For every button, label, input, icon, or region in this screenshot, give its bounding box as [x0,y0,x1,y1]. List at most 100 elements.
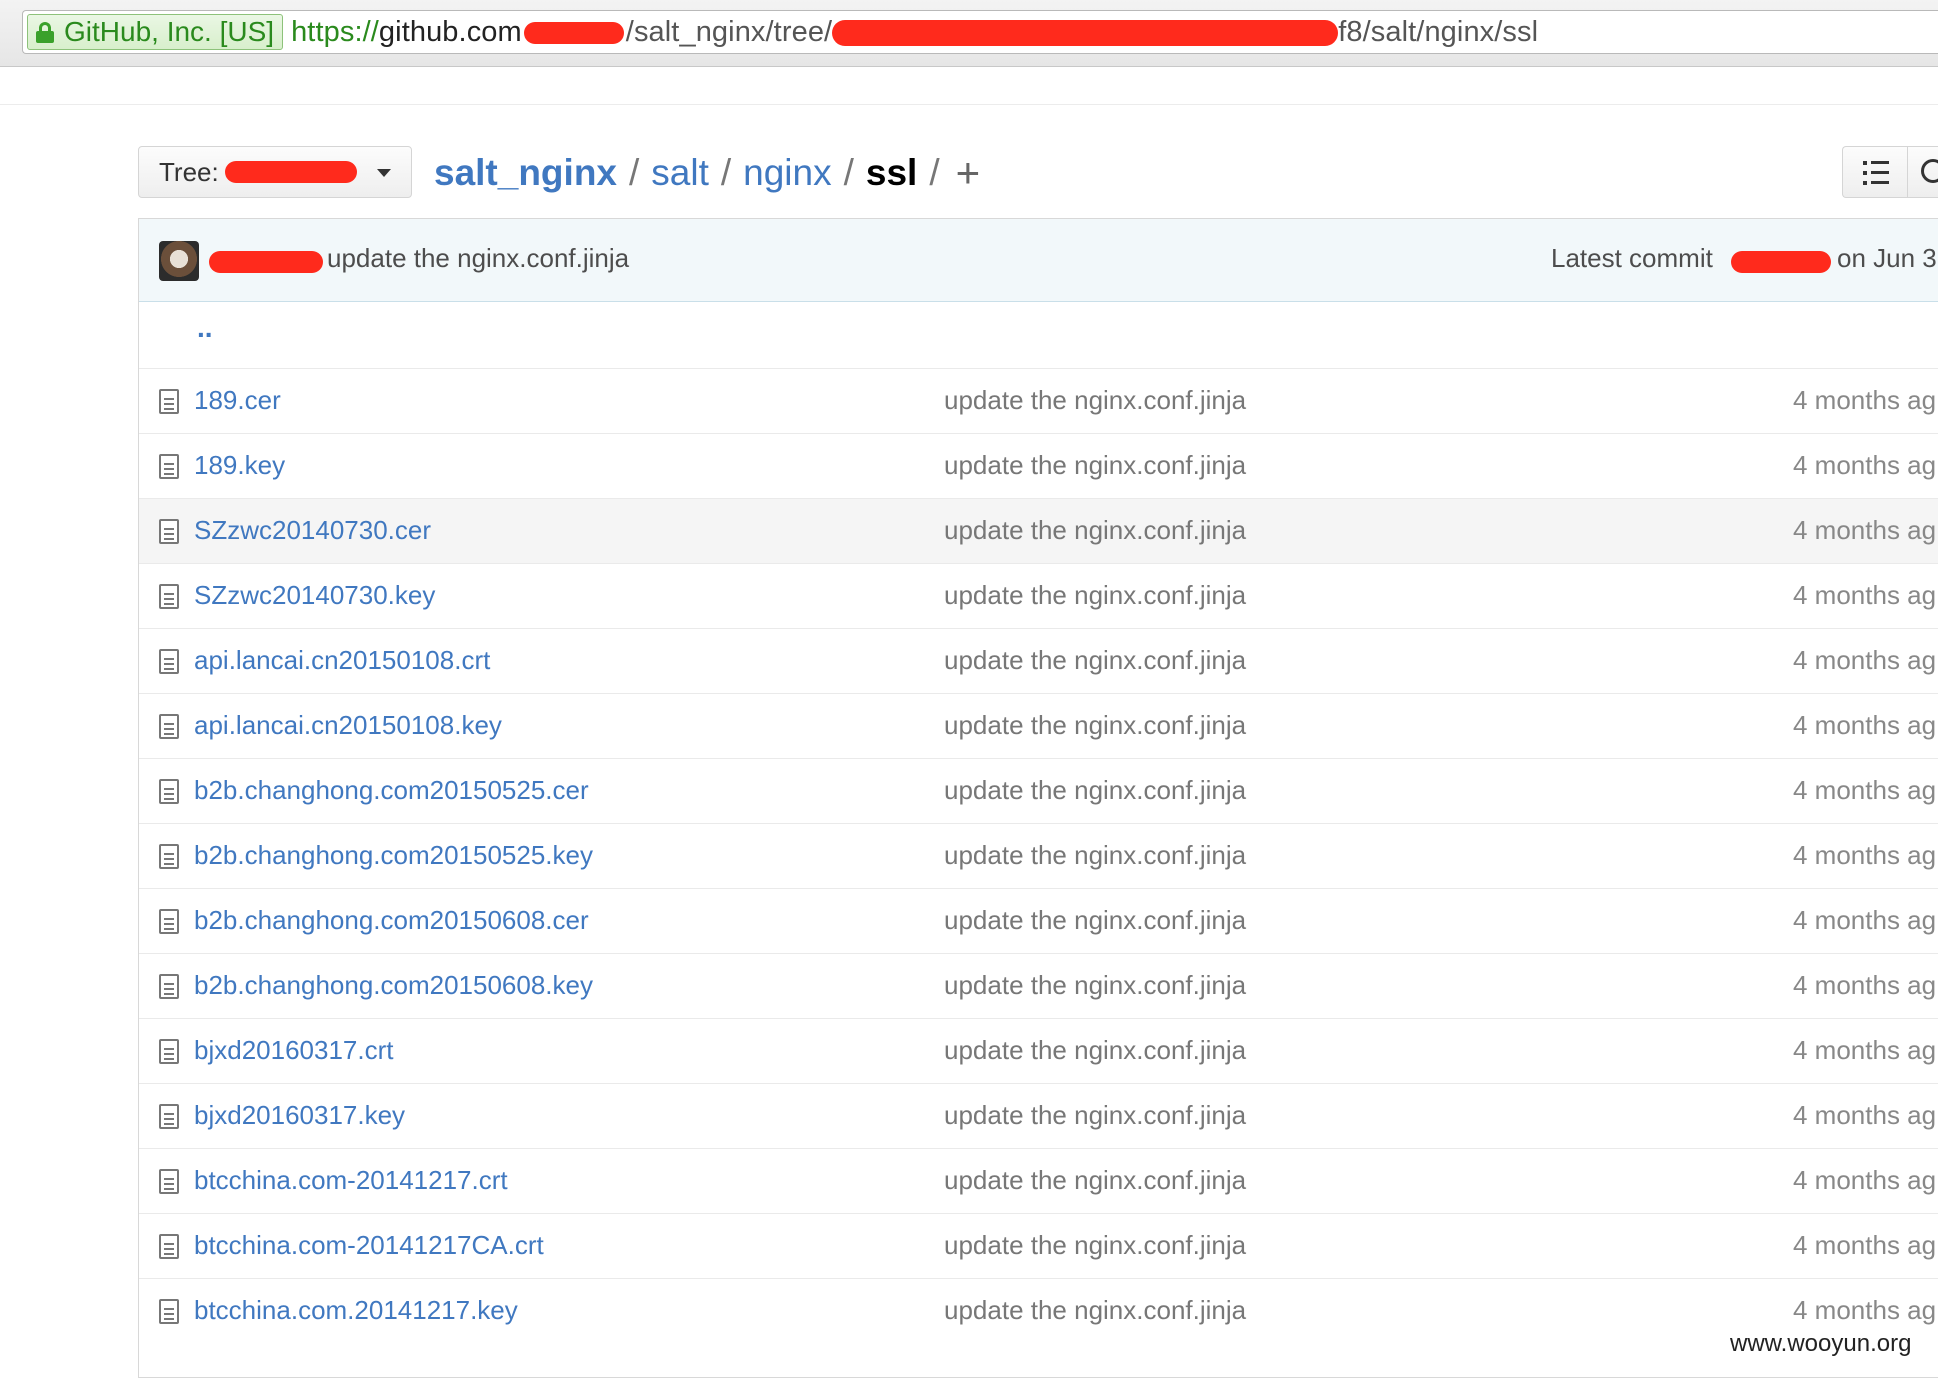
table-row: api.lancai.cn20150108.key update the ngin… [139,693,1938,758]
table-row: SZzwc20140730.cer update the nginx.conf.j… [139,498,1938,563]
table-row: btcchina.com-20141217.crt update the ngin… [139,1148,1938,1213]
address-bar[interactable]: GitHub, Inc. [US] https://github.com/sal… [22,10,1938,54]
file-name-link[interactable]: 189.key [194,450,285,481]
file-name-link[interactable]: SZzwc20140730.cer [194,515,431,546]
commit-date: on Jun 3 [1837,243,1937,273]
redaction-mark [1731,251,1831,273]
breadcrumb-separator: / [843,152,854,193]
file-name-link[interactable]: b2b.changhong.com20150608.key [194,970,593,1001]
file-name-link[interactable]: b2b.changhong.com20150525.key [194,840,593,871]
commit-message-link[interactable]: update the nginx.conf.jinja [944,1165,1246,1196]
view-button-group[interactable] [1842,146,1938,198]
avatar[interactable] [159,241,199,281]
commit-message-link[interactable]: update the nginx.conf.jinja [944,1295,1246,1326]
commit-message-link[interactable]: update the nginx.conf.jinja [944,385,1246,416]
commit-message-link[interactable]: update the nginx.conf.jinja [944,1035,1246,1066]
breadcrumb-separator: / [929,152,940,193]
table-row: bjxd20160317.key update the nginx.conf.ji… [139,1083,1938,1148]
table-row: bjxd20160317.crt update the nginx.conf.ji… [139,1018,1938,1083]
commit-age: 4 months ag [1793,580,1937,610]
file-name-link[interactable]: bjxd20160317.crt [194,1035,393,1066]
commit-message-link[interactable]: update the nginx.conf.jinja [944,1100,1246,1131]
commit-age: 4 months ag [1793,1165,1937,1195]
table-row: btcchina.com.20141217.key update the ngin… [139,1278,1938,1343]
file-icon [159,1234,179,1259]
commit-age: 4 months ag [1793,450,1937,480]
table-row: b2b.changhong.com20150608.cer update the … [139,888,1938,953]
file-name-link[interactable]: SZzwc20140730.key [194,580,435,611]
commit-age: 4 months ag [1793,905,1937,935]
commit-age: 4 months ag [1793,1230,1937,1260]
watermark: www.wooyun.org [1726,1330,1916,1358]
file-name-link[interactable]: 189.cer [194,385,281,416]
table-row: 189.cer update the nginx.conf.jinja 4 mont… [139,368,1938,433]
file-icon [159,779,179,804]
table-row: SZzwc20140730.key update the nginx.conf.j… [139,563,1938,628]
commit-message-link[interactable]: update the nginx.conf.jinja [944,580,1246,611]
commit-age: 4 months ag [1793,1100,1937,1130]
breadcrumb-current: ssl [865,152,918,193]
table-row: b2b.changhong.com20150608.key update the … [139,953,1938,1018]
commit-age: 4 months ag [1793,840,1937,870]
commit-age: 4 months ag [1793,515,1937,545]
commit-message-link[interactable]: update the nginx.conf.jinja [944,645,1246,676]
breadcrumb-separator: / [720,152,732,193]
commit-message-link[interactable]: update the nginx.conf.jinja [944,1230,1246,1261]
commit-message-link[interactable]: update the nginx.conf.jinja [944,515,1246,546]
file-icon [159,844,179,869]
breadcrumb-salt[interactable]: salt [651,152,709,194]
commit-message-link[interactable]: update the nginx.conf.jinja [944,710,1246,741]
file-table: update the nginx.conf.jinja Latest commi… [138,218,1938,1378]
file-name-link[interactable]: bjxd20160317.key [194,1100,405,1131]
commit-message-link[interactable]: update the nginx.conf.jinja [327,243,629,274]
commit-age: 4 months ag [1793,1035,1937,1065]
redaction-mark [209,251,323,273]
file-icon [159,1039,179,1064]
commit-age: 4 months ag [1793,1295,1937,1325]
redaction-mark [832,19,1339,46]
file-name-link[interactable]: btcchina.com-20141217.crt [194,1165,508,1196]
breadcrumb: salt_nginx / salt / nginx / ssl / + [434,148,980,198]
commit-tease: update the nginx.conf.jinja Latest commi… [139,219,1938,302]
file-name-link[interactable]: b2b.changhong.com20150525.cer [194,775,589,806]
list-icon[interactable] [1863,161,1889,185]
file-list: 189.cer update the nginx.conf.jinja 4 mont… [139,368,1938,1343]
file-icon [159,649,179,674]
tree-label: Tree: [159,156,219,187]
latest-commit-label: Latest commit [1551,243,1713,273]
file-icon [159,519,179,544]
table-row: b2b.changhong.com20150525.cer update the … [139,758,1938,823]
commit-message-link[interactable]: update the nginx.conf.jinja [944,970,1246,1001]
commit-message-link[interactable]: update the nginx.conf.jinja [944,450,1246,481]
breadcrumb-repo[interactable]: salt_nginx [434,152,617,194]
parent-directory-link[interactable]: .. [197,312,213,344]
commit-age: 4 months ag [1793,775,1937,805]
commit-message-link[interactable]: update the nginx.conf.jinja [944,840,1246,871]
file-icon [159,909,179,934]
commit-age: 4 months ag [1793,645,1937,675]
file-name-link[interactable]: btcchina.com-20141217CA.crt [194,1230,544,1261]
url-text[interactable]: https://github.com/salt_nginx/tree/f8/sa… [291,16,1538,49]
history-icon[interactable] [1921,159,1938,183]
file-name-link[interactable]: b2b.changhong.com20150608.cer [194,905,589,936]
commit-message-link[interactable]: update the nginx.conf.jinja [944,905,1246,936]
table-row: 189.key update the nginx.conf.jinja 4 mont… [139,433,1938,498]
url-path-middle: /salt_nginx/tree/ [625,15,833,48]
header-divider [0,104,1938,105]
breadcrumb-nginx[interactable]: nginx [743,152,831,194]
file-icon [159,714,179,739]
lock-icon [36,22,54,43]
add-file-button[interactable]: + [956,149,981,197]
url-path-tail: f8/salt/nginx/ssl [1338,15,1539,48]
redaction-mark [224,161,357,183]
tree-selector[interactable]: Tree: [138,146,412,198]
file-name-link[interactable]: btcchina.com.20141217.key [194,1295,518,1326]
table-row: api.lancai.cn20150108.crt update the ngin… [139,628,1938,693]
commit-message-link[interactable]: update the nginx.conf.jinja [944,775,1246,806]
file-icon [159,1104,179,1129]
ev-certificate-badge[interactable]: GitHub, Inc. [US] [27,14,284,50]
file-icon [159,584,179,609]
file-name-link[interactable]: api.lancai.cn20150108.crt [194,645,490,676]
url-host: github.com [378,15,522,48]
file-name-link[interactable]: api.lancai.cn20150108.key [194,710,502,741]
